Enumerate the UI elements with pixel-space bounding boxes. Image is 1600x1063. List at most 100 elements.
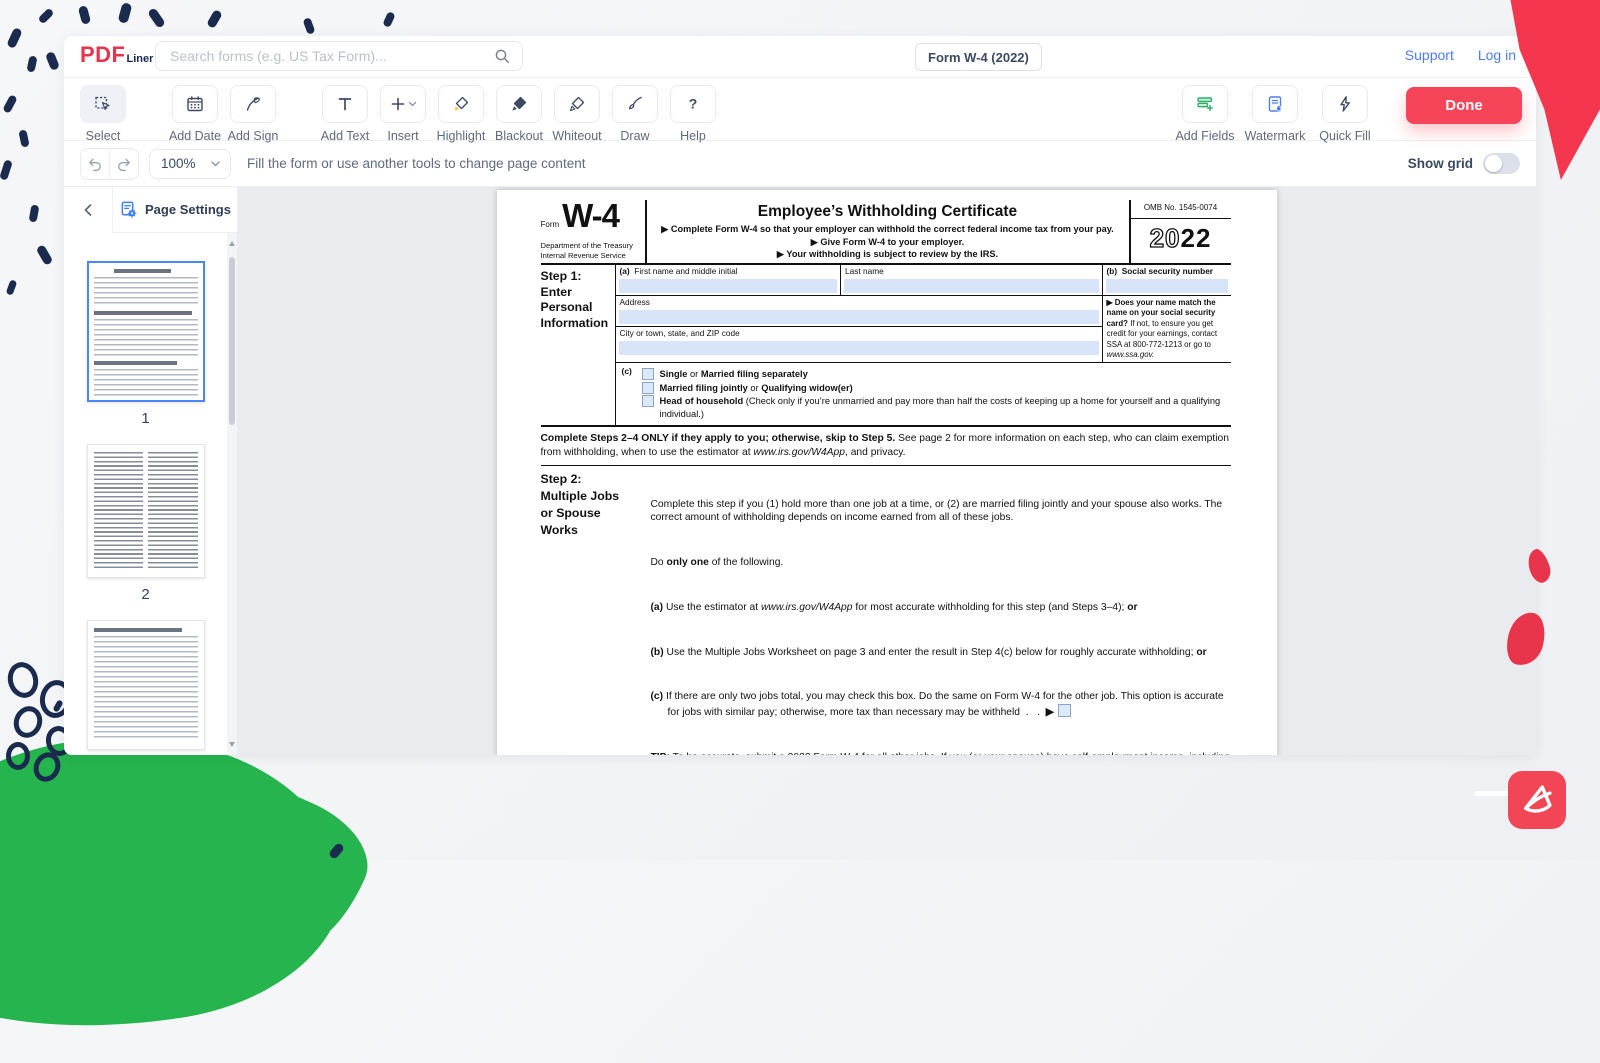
ink-mark-decoration [382,11,396,28]
step2-item-b: (b) Use the Multiple Jobs Worksheet on p… [651,646,1231,660]
ink-mark-decoration [38,8,55,25]
add-date-button[interactable]: Add Date [170,85,220,143]
ink-mark-decoration [6,279,18,295]
toggle-knob [1485,155,1502,172]
page-thumbnail-3[interactable] [87,620,205,750]
login-link[interactable]: Log in [1478,47,1516,63]
thumbnails-scrollbar[interactable] [227,233,237,755]
calendar-icon [185,94,205,114]
redo-button[interactable] [109,149,138,179]
text-T-icon [335,94,355,114]
single-checkbox[interactable] [642,368,654,380]
whiteout-button[interactable]: Whiteout [552,85,602,143]
chevron-down-icon [210,160,221,168]
last-name-input[interactable] [844,279,1098,293]
ssa-note: ▶ Does your name match the name on your … [1103,296,1231,363]
pdfliner-logo[interactable]: PDF Liner [80,44,153,66]
ink-mark-decoration [118,2,133,24]
pdfliner-logo-mark [1508,771,1566,829]
ssn-label: Social security number [1122,266,1213,276]
select-tool-button[interactable]: Select [78,85,128,143]
search-input[interactable] [168,47,492,65]
first-name-input[interactable] [619,279,838,293]
form-title: Employee’s Withholding Certificate [655,202,1121,222]
top-header: PDF Liner Form W-4 (2022) Support Log in [64,36,1536,78]
add-sign-button[interactable]: Add Sign [228,85,278,143]
blackout-button[interactable]: Blackout [494,85,544,143]
address-input[interactable] [619,310,1099,324]
search-icon [492,46,512,66]
form-subtitle-3: ▶ Your withholding is subject to review … [655,248,1121,260]
quick-fill-button[interactable]: Quick Fill [1314,85,1376,143]
support-link[interactable]: Support [1405,47,1454,63]
document-title-chip: Form W-4 (2022) [915,43,1042,71]
ink-mark-decoration [45,51,60,71]
ring-mark-decoration [4,659,42,702]
svg-text:?: ? [689,96,698,112]
help-button[interactable]: ? Help [668,85,718,143]
collapse-sidebar-button[interactable] [64,187,113,233]
paper-plane-icon [1515,778,1559,822]
filing-status-married: Married filing jointly or Qualifying wid… [660,382,853,394]
highlight-button[interactable]: Highlight [436,85,486,143]
scrollbar-thumb[interactable] [229,257,235,425]
chevron-left-icon [81,202,95,218]
form-subtitle-1: ▶ Complete Form W-4 so that your employe… [655,223,1121,235]
scroll-down-arrow[interactable] [229,742,235,747]
scroll-up-arrow[interactable] [229,241,235,246]
watermark-button[interactable]: Watermark [1244,85,1306,143]
page-thumbnail-2[interactable] [87,444,205,578]
two-jobs-checkbox[interactable] [1058,704,1071,717]
draw-button[interactable]: Draw [610,85,660,143]
married-jointly-checkbox[interactable] [642,382,654,394]
page-settings-label: Page Settings [145,202,231,217]
toolbar-hint-text: Fill the form or use another tools to ch… [247,156,585,171]
cursor-select-icon [93,94,113,114]
ink-mark-decoration [303,17,316,35]
ink-mark-decoration [147,7,166,29]
step1c-tag: (c) [616,366,642,421]
search-form-field[interactable] [155,41,523,71]
ink-mark-decoration [6,27,23,49]
zoom-level-select[interactable]: 100% [149,149,231,179]
step2-paragraph: Complete this step if you (1) hold more … [651,498,1231,525]
ink-mark-decoration [0,159,13,180]
step2-item-c: (c) If there are only two jobs total, yo… [651,690,1231,719]
document-droplet-icon [1265,94,1285,114]
insert-button[interactable]: Insert [378,85,428,143]
form-name: W-4 [562,202,619,230]
page-number-2: 2 [64,586,227,603]
undo-icon [86,155,104,173]
show-grid-toggle[interactable] [1483,153,1520,174]
first-name-label: First name and middle initial [634,266,737,276]
ring-mark-decoration [6,742,30,770]
plus-icon [390,96,406,112]
lightning-icon [1335,94,1355,114]
document-canvas: Form W-4 Department of the Treasury Inte… [237,187,1536,755]
step2-label: Step 2: [541,471,651,488]
city-state-zip-input[interactable] [619,341,1099,355]
ink-mark-decoration [29,204,40,222]
zoom-level-value: 100% [161,156,196,171]
city-state-zip-label: City or town, state, and ZIP code [616,327,1102,339]
logo-liner-text: Liner [127,53,154,65]
step1-section: Step 1: Enter Personal Information (a) F… [541,265,1231,428]
w4-form-header: Form W-4 Department of the Treasury Inte… [541,200,1231,265]
page-thumbnail-1[interactable] [87,261,205,402]
address-label: Address [616,296,1102,308]
add-fields-button[interactable]: Add Fields [1174,85,1236,143]
redo-icon [115,155,133,173]
step1-label: Step 1: [541,269,615,285]
form-subtitle-2: ▶ Give Form W-4 to your employer. [655,236,1121,248]
ssn-input[interactable] [1106,279,1228,293]
head-of-household-checkbox[interactable] [642,395,654,407]
ink-mark-decoration [18,129,29,147]
paintbrush-icon [625,94,645,114]
done-button[interactable]: Done [1406,87,1522,124]
fields-bars-icon [1195,94,1215,114]
page-settings-button[interactable]: Page Settings [113,187,237,233]
add-text-button[interactable]: Add Text [320,85,370,143]
highlighter-brush-icon [451,94,471,114]
filing-status-hoh: Head of household (Check only if you’re … [660,395,1231,420]
undo-button[interactable] [81,149,109,179]
